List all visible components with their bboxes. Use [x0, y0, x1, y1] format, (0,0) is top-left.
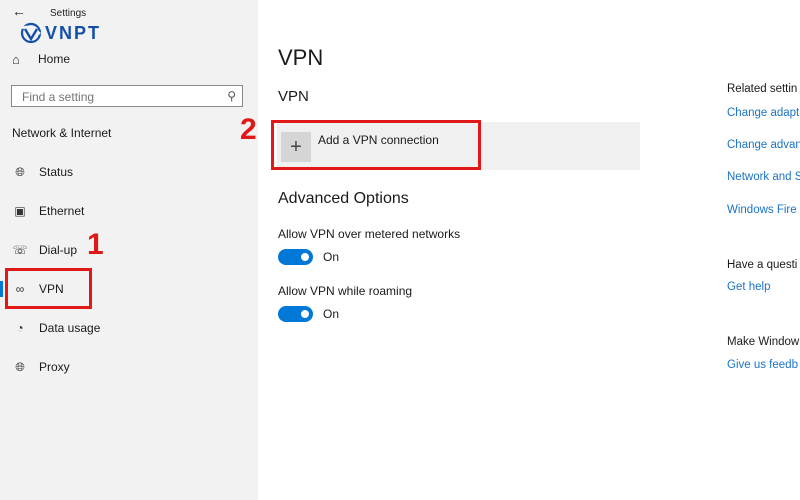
- home-label: Home: [38, 52, 71, 66]
- roaming-toggle-row: On: [278, 306, 339, 322]
- sidebar-item-label: Dial-up: [39, 243, 78, 257]
- vnpt-logo: VNPT: [20, 22, 101, 44]
- related-settings-panel: Related settin Change adapt Change advan…: [727, 0, 800, 500]
- metered-toggle-state: On: [323, 250, 340, 264]
- sidebar-item-status[interactable]: 🌐︎ Status: [0, 157, 258, 187]
- ethernet-icon: ▣: [14, 204, 26, 218]
- globe-icon: 🌐︎: [15, 359, 25, 374]
- logo-text: VNPT: [45, 22, 102, 43]
- metered-toggle[interactable]: [278, 249, 313, 265]
- search-input[interactable]: [20, 87, 224, 107]
- metered-option-label: Allow VPN over metered networks: [278, 227, 461, 241]
- data-usage-icon: ◔: [16, 321, 24, 335]
- search-icon[interactable]: ⚲: [227, 89, 236, 103]
- sidebar-item-label: Data usage: [39, 321, 101, 335]
- get-help-link[interactable]: Get help: [727, 281, 770, 293]
- metered-toggle-row: On: [278, 249, 339, 265]
- title-bar: ← Settings: [0, 0, 258, 24]
- vpn-section-heading: VPN: [278, 88, 309, 105]
- sidebar-item-proxy[interactable]: 🌐︎ Proxy: [0, 352, 258, 382]
- sidebar-item-label: Proxy: [39, 360, 70, 374]
- add-vpn-highlight-box: [271, 120, 481, 170]
- home-icon: ⌂: [12, 51, 20, 67]
- sidebar: ← Settings VNPT ⌂ Home ⚲ Network & Inter…: [0, 0, 258, 500]
- home-link[interactable]: ⌂ Home: [12, 50, 70, 68]
- advanced-options-heading: Advanced Options: [278, 190, 409, 207]
- window-title: Settings: [50, 8, 87, 19]
- step-2-number: 2: [240, 113, 257, 146]
- related-link-network-sharing[interactable]: Network and S: [727, 171, 800, 183]
- section-heading: Network & Internet: [12, 126, 112, 140]
- related-link-change-adapter[interactable]: Change adapt: [727, 107, 799, 119]
- roaming-toggle[interactable]: [278, 306, 313, 322]
- step-1-number: 1: [87, 228, 104, 261]
- vpn-highlight-box: [5, 268, 92, 309]
- sidebar-item-data-usage[interactable]: ◔ Data usage: [0, 313, 258, 343]
- back-arrow-icon[interactable]: ←: [12, 3, 26, 19]
- related-link-change-advanced[interactable]: Change advan: [727, 139, 800, 151]
- page-title: VPN: [278, 45, 324, 70]
- vnpt-logo-icon: [20, 22, 42, 44]
- dialup-icon: ☏: [12, 243, 28, 257]
- roaming-toggle-state: On: [323, 307, 340, 321]
- roaming-option-label: Allow VPN while roaming: [278, 284, 413, 298]
- give-feedback-link[interactable]: Give us feedb: [727, 359, 798, 371]
- toggle-knob: [301, 310, 309, 318]
- selection-indicator: [0, 281, 3, 297]
- sidebar-item-ethernet[interactable]: ▣ Ethernet: [0, 196, 258, 226]
- related-link-windows-firewall[interactable]: Windows Fire: [727, 204, 797, 216]
- question-heading: Have a questi: [727, 259, 798, 271]
- globe-icon: 🌐︎: [15, 164, 25, 179]
- sidebar-item-label: Ethernet: [39, 204, 85, 218]
- related-settings-heading: Related settin: [727, 83, 798, 95]
- sidebar-item-label: Status: [39, 165, 74, 179]
- search-box[interactable]: ⚲: [11, 85, 243, 107]
- toggle-knob: [301, 253, 309, 261]
- feedback-heading: Make Window: [727, 336, 800, 348]
- sidebar-item-dialup[interactable]: ☏ Dial-up: [0, 235, 258, 265]
